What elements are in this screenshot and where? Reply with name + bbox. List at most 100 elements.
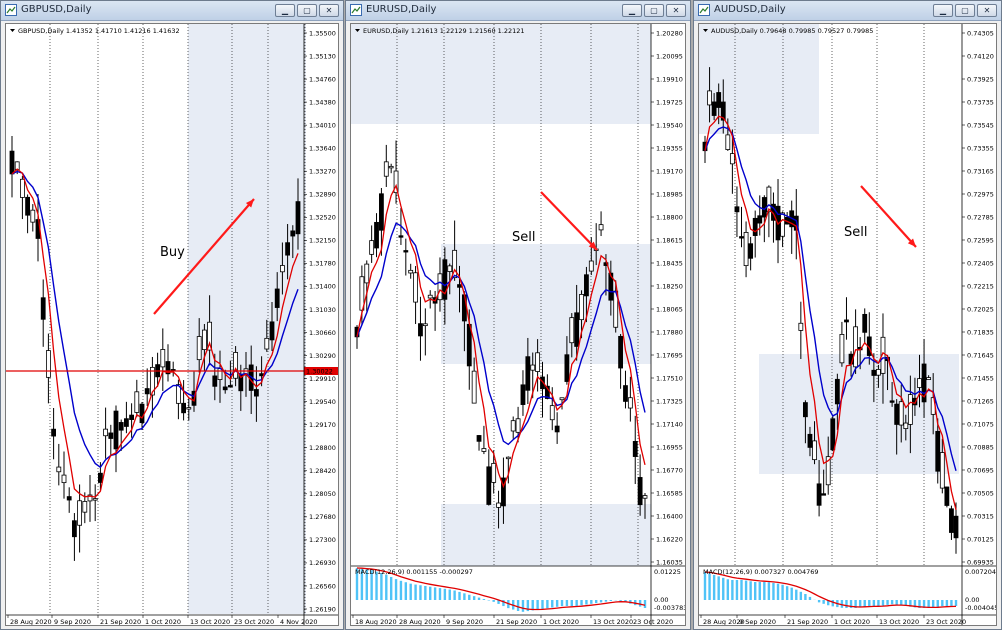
price-label: 1.17140	[656, 420, 683, 428]
maximize-button[interactable]: ▢	[644, 4, 664, 17]
date-label: 9 Sep 2020	[446, 618, 483, 626]
price-label: 0.70315	[967, 512, 994, 520]
candle-body	[598, 224, 604, 231]
window-title: EURUSD,Daily	[366, 4, 437, 15]
candle-body	[798, 322, 804, 331]
candle-body	[632, 441, 638, 457]
price-label: 1.19540	[656, 121, 683, 129]
candle-body	[839, 334, 845, 364]
candle-body	[253, 389, 259, 397]
price-label: 1.29910	[309, 375, 336, 383]
candlestick-chart[interactable]: Sell AUDUSD,Daily 0.79648 0.79985 0.79527…	[699, 24, 997, 626]
candle-body	[72, 520, 77, 538]
maximize-button[interactable]: ▢	[955, 4, 975, 17]
candle-body	[949, 508, 954, 533]
candle-body	[953, 515, 959, 539]
price-label: 0.72785	[967, 213, 994, 221]
window-titlebar[interactable]: GBPUSD,Daily ▁ ▢ ✕	[1, 1, 343, 21]
price-label: 0.74120	[967, 52, 994, 60]
candle-body	[844, 319, 849, 323]
candle-body	[939, 452, 945, 489]
candle-body	[285, 242, 291, 256]
macd-bar	[492, 600, 495, 602]
macd-bar	[438, 588, 442, 600]
candle-body	[374, 221, 379, 249]
macd-bar	[763, 582, 766, 600]
minimize-button[interactable]: ▁	[275, 4, 295, 17]
price-label: 1.29540	[309, 398, 336, 406]
date-label: 23 Oct 2020	[234, 618, 274, 626]
candle-body	[61, 474, 67, 484]
macd-bar	[429, 586, 432, 600]
price-label: 1.19355	[656, 144, 683, 152]
close-button[interactable]: ✕	[666, 4, 686, 17]
chart-window-audusd[interactable]: AUDUSD,Daily ▁ ▢ ✕ Sell AUDUSD,Daily 0.79…	[693, 0, 1002, 630]
macd-bar	[936, 600, 939, 607]
candle-body	[476, 435, 482, 442]
candle-body	[77, 500, 82, 526]
candlestick-chart[interactable]: 1.30022BuyGBPUSD,Daily 1.41352 1.41710 1…	[6, 24, 339, 626]
macd-bar	[541, 600, 544, 609]
close-icon: ✕	[325, 6, 333, 15]
price-label: 1.18065	[656, 305, 683, 313]
close-button[interactable]: ✕	[319, 4, 339, 17]
price-label: 1.19170	[656, 167, 683, 175]
price-label: 1.31030	[309, 306, 336, 314]
minimize-icon: ▁	[628, 6, 636, 15]
macd-bar	[767, 582, 771, 600]
price-label: 1.28800	[309, 444, 336, 452]
price-label: 0.71645	[967, 351, 994, 359]
macd-bar	[565, 600, 569, 606]
close-button[interactable]: ✕	[977, 4, 997, 17]
price-label: 1.32520	[309, 214, 336, 222]
window-title: GBPUSD,Daily	[21, 4, 92, 15]
chart-window-gbpusd[interactable]: GBPUSD,Daily ▁ ▢ ✕ 1.30022 Buy GBPUSD,Dail…	[0, 0, 344, 630]
price-chart[interactable]: Sell AUDUSD,Daily 0.79648 0.79985 0.79527…	[698, 23, 997, 626]
maximize-button[interactable]: ▢	[297, 4, 317, 17]
candle-body	[413, 272, 418, 303]
date-label: 13 Oct 2020	[190, 618, 230, 626]
macd-bar	[754, 582, 757, 600]
price-label: 1.33270	[309, 168, 336, 176]
macd-bar	[845, 600, 848, 608]
chart-window-eurusd[interactable]: EURUSD,Daily ▁ ▢ ✕ Sell EURUSD,Daily 1.21…	[345, 0, 691, 630]
chart-app-icon	[698, 4, 710, 16]
minimize-button[interactable]: ▁	[933, 4, 953, 17]
price-label: 1.27300	[309, 536, 336, 544]
macd-bar	[744, 580, 748, 600]
candle-body	[716, 92, 722, 108]
price-label: 0.72595	[967, 236, 994, 244]
minimize-button[interactable]: ▁	[622, 4, 642, 17]
macd-level-label: -0.003783	[654, 604, 686, 612]
macd-bar	[414, 584, 417, 600]
candle-body	[807, 433, 813, 448]
window-titlebar[interactable]: EURUSD,Daily ▁ ▢ ✕	[346, 1, 690, 21]
candle-body	[816, 483, 822, 506]
candle-body	[757, 215, 763, 224]
price-label: 0.72975	[967, 190, 994, 198]
trend-arrow	[860, 185, 917, 248]
macd-bar	[570, 600, 573, 606]
price-label: 1.18435	[656, 259, 683, 267]
date-label: 13 Oct 2020	[593, 618, 633, 626]
macd-bar	[785, 586, 789, 600]
candle-body	[821, 493, 827, 496]
candle-body	[707, 90, 712, 106]
price-chart[interactable]: Sell EURUSD,Daily 1.21613 1.22129 1.21560…	[350, 23, 686, 626]
price-chart[interactable]: 1.30022 Buy GBPUSD,Daily 1.41352 1.41710 1…	[5, 23, 339, 626]
price-label: 0.70125	[967, 535, 994, 543]
macd-bar	[394, 579, 398, 600]
macd-bar	[385, 574, 388, 600]
signal-label: Sell	[512, 230, 535, 245]
window-titlebar[interactable]: AUDUSD,Daily ▁ ▢ ✕	[694, 1, 1001, 21]
candle-body	[871, 369, 877, 376]
macd-bar	[954, 600, 958, 606]
price-label: 1.34760	[309, 75, 336, 83]
candlestick-chart[interactable]: Sell EURUSD,Daily 1.21613 1.22129 1.21560…	[351, 24, 686, 626]
candle-body	[129, 414, 134, 420]
highlight-zone	[759, 354, 959, 474]
macd-bar	[555, 600, 559, 607]
macd-bar	[831, 600, 834, 607]
candle-body	[447, 265, 453, 272]
price-label: 1.35130	[309, 52, 336, 60]
